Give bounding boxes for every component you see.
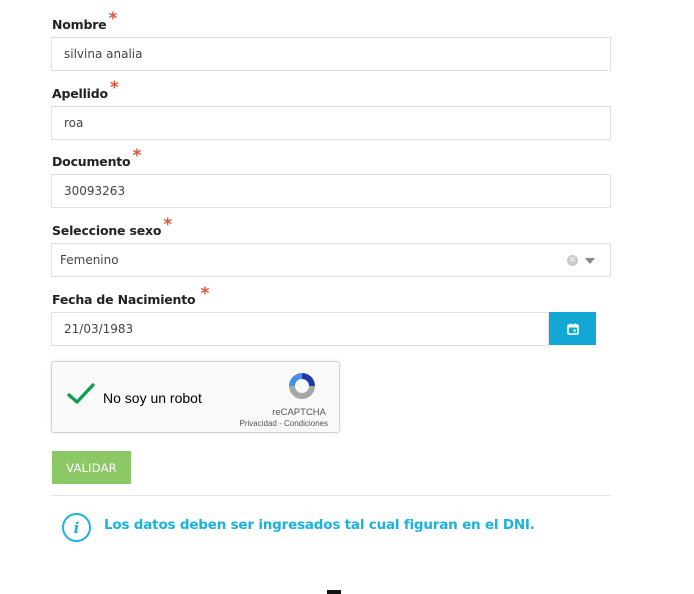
apellido-value: roa (64, 116, 84, 130)
sexo-label: Seleccione sexo * (52, 215, 172, 240)
info-icon: i (62, 513, 91, 542)
recaptcha-brand: reCAPTCHA (272, 407, 326, 418)
validar-button[interactable]: VALIDAR (52, 451, 131, 484)
nombre-field[interactable]: silvina analia (51, 37, 611, 71)
nombre-label-text: Nombre (52, 17, 107, 32)
documento-label-text: Documento (52, 154, 131, 169)
documento-label: Documento * (52, 146, 141, 171)
required-mark: * (163, 215, 172, 235)
documento-value: 30093263 (64, 184, 126, 198)
nombre-label: Nombre * (52, 9, 117, 34)
fecha-value: 21/03/1983 (64, 322, 134, 336)
recaptcha-widget: No soy un robot reCAPTCHA Privacidad - C… (51, 361, 340, 433)
notice-text: Los datos deben ser ingresados tal cual … (104, 517, 535, 533)
checkmark-icon[interactable] (66, 382, 96, 406)
divider (51, 495, 611, 496)
recaptcha-label[interactable]: No soy un robot (103, 390, 202, 406)
bottom-edge-mark (327, 590, 341, 594)
apellido-field[interactable]: roa (51, 106, 611, 140)
fecha-label-text: Fecha de Nacimiento (52, 292, 196, 307)
required-mark: * (109, 78, 119, 98)
fecha-field[interactable]: 21/03/1983 (51, 312, 549, 346)
apellido-label-text: Apellido (52, 86, 108, 101)
sexo-label-text: Seleccione sexo (52, 223, 162, 238)
calendar-button[interactable] (549, 312, 596, 345)
apellido-label: Apellido * (52, 78, 119, 103)
sexo-select[interactable]: Femenino × (51, 243, 611, 277)
sexo-selected-value: Femenino (60, 253, 119, 267)
fecha-label: Fecha de Nacimiento * (52, 284, 209, 309)
recaptcha-logo-icon (289, 373, 315, 399)
chevron-down-icon[interactable] (585, 258, 595, 264)
required-mark: * (200, 284, 210, 304)
required-mark: * (108, 9, 118, 29)
calendar-icon (566, 323, 579, 335)
recaptcha-links[interactable]: Privacidad - Condiciones (240, 419, 329, 428)
documento-field[interactable]: 30093263 (51, 174, 611, 208)
required-mark: * (132, 146, 142, 166)
nombre-value: silvina analia (64, 47, 143, 61)
clear-icon[interactable]: × (567, 255, 578, 266)
